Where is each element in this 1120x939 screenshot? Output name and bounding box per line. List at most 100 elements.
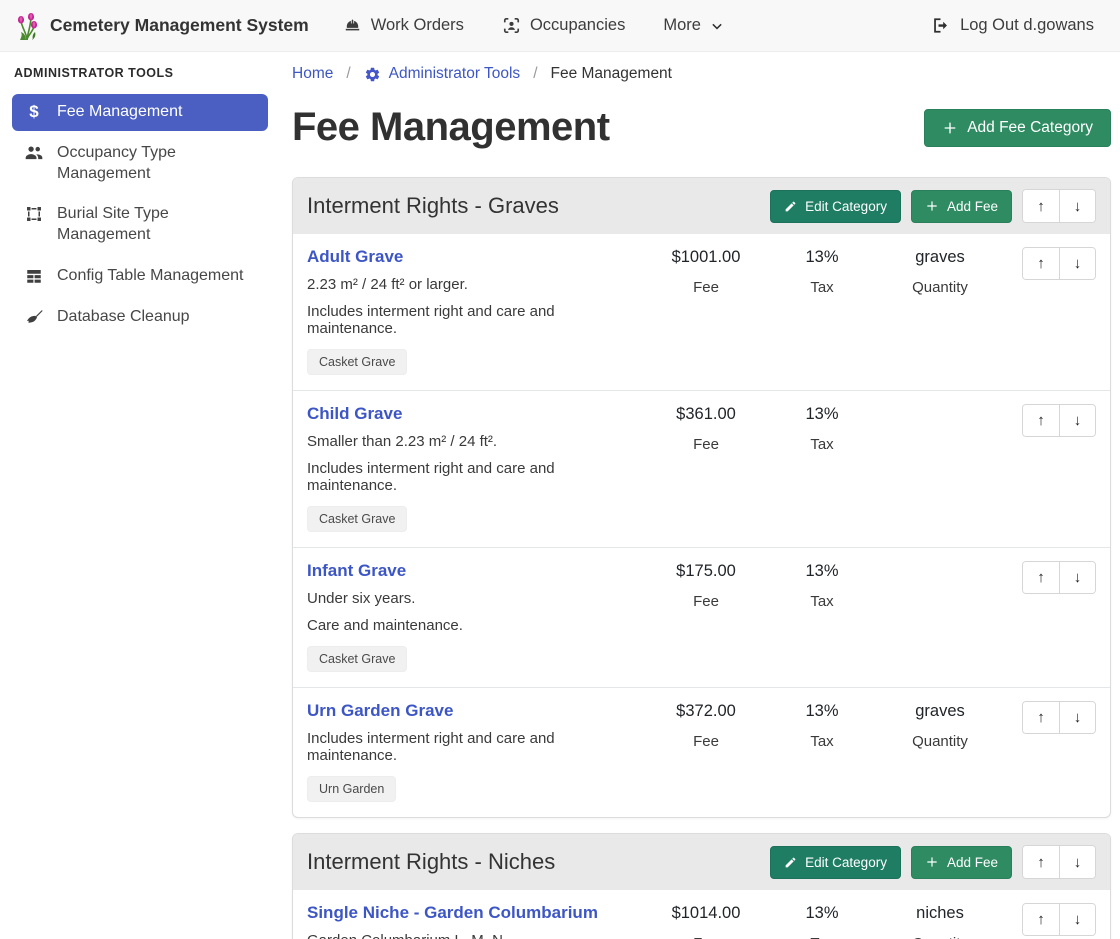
fee-row-child-grave: Child Grave Smaller than 2.23 m² / 24 ft…	[293, 391, 1110, 548]
category-title: Interment Rights - Graves	[307, 193, 559, 219]
fee-description: Care and maintenance.	[307, 617, 642, 634]
fee-type-badge: Casket Grave	[307, 646, 407, 672]
chevron-down-icon	[710, 19, 724, 33]
fee-reorder-group: ↑ ↓	[1022, 247, 1096, 280]
move-fee-down-button[interactable]: ↓	[1059, 702, 1095, 733]
tax-amount: 13%	[774, 405, 870, 424]
sign-out-icon	[931, 16, 950, 35]
fee-type-badge: Urn Garden	[307, 776, 396, 802]
nav-occupancies[interactable]: Occupancies	[502, 16, 625, 35]
sidebar-item-label: Occupancy Type Management	[57, 143, 256, 185]
breadcrumb-admin-tools-link[interactable]: Administrator Tools	[364, 65, 521, 83]
move-fee-up-button[interactable]: ↑	[1023, 904, 1059, 935]
fee-label: Fee	[650, 436, 762, 453]
breadcrumb-current: Fee Management	[551, 65, 673, 83]
fee-name-link[interactable]: Adult Grave	[307, 247, 403, 267]
move-fee-down-button[interactable]: ↓	[1059, 405, 1095, 436]
fee-label: Fee	[650, 593, 762, 610]
quantity-label: Quantity	[882, 935, 998, 939]
fee-description: Includes interment right and care and ma…	[307, 460, 642, 494]
fee-label: Fee	[650, 733, 762, 750]
nav-work-orders[interactable]: Work Orders	[343, 16, 464, 35]
table-icon	[24, 267, 44, 285]
fee-name-link[interactable]: Child Grave	[307, 404, 402, 424]
fee-row-infant-grave: Infant Grave Under six years. Care and m…	[293, 548, 1110, 688]
fee-description: Under six years.	[307, 590, 642, 607]
users-icon	[24, 144, 44, 161]
sidebar-item-burial-site-type-management[interactable]: Burial Site Type Management	[12, 196, 268, 254]
pencil-icon	[784, 856, 797, 869]
sidebar-item-database-cleanup[interactable]: Database Cleanup	[12, 299, 268, 336]
add-fee-category-button[interactable]: Add Fee Category	[924, 109, 1111, 147]
fee-name-link[interactable]: Urn Garden Grave	[307, 701, 453, 721]
fee-reorder-group: ↑ ↓	[1022, 561, 1096, 594]
fee-label: Fee	[650, 935, 762, 939]
tax-amount: 13%	[774, 248, 870, 267]
quantity-unit: graves	[882, 248, 998, 267]
sidebar-heading: ADMINISTRATOR TOOLS	[14, 66, 268, 80]
category-card-niches: Interment Rights - Niches Edit Category …	[292, 833, 1111, 939]
tulips-logo-icon	[12, 10, 42, 42]
hard-hat-icon	[343, 16, 362, 35]
move-category-up-button[interactable]: ↑	[1023, 846, 1059, 878]
logout-button[interactable]: Log Out d.gowans	[931, 16, 1094, 35]
tax-label: Tax	[774, 279, 870, 296]
fee-amount: $175.00	[650, 562, 762, 581]
fee-type-badge: Casket Grave	[307, 349, 407, 375]
category-reorder-group: ↑ ↓	[1022, 189, 1096, 223]
fee-amount: $372.00	[650, 702, 762, 721]
vector-square-icon	[24, 205, 44, 223]
quantity-label: Quantity	[882, 733, 998, 750]
broom-icon	[24, 308, 44, 327]
fee-amount: $1001.00	[650, 248, 762, 267]
fee-description: Smaller than 2.23 m² / 24 ft².	[307, 433, 642, 450]
add-fee-button[interactable]: Add Fee	[911, 190, 1012, 223]
edit-category-button[interactable]: Edit Category	[770, 846, 901, 879]
sidebar-item-occupancy-type-management[interactable]: Occupancy Type Management	[12, 135, 268, 193]
move-fee-up-button[interactable]: ↑	[1023, 248, 1059, 279]
move-fee-down-button[interactable]: ↓	[1059, 248, 1095, 279]
move-fee-down-button[interactable]: ↓	[1059, 562, 1095, 593]
sidebar-item-label: Database Cleanup	[57, 307, 190, 328]
add-fee-button[interactable]: Add Fee	[911, 846, 1012, 879]
category-title: Interment Rights - Niches	[307, 849, 555, 875]
category-reorder-group: ↑ ↓	[1022, 845, 1096, 879]
fee-type-badge: Casket Grave	[307, 506, 407, 532]
fee-row-adult-grave: Adult Grave 2.23 m² / 24 ft² or larger. …	[293, 234, 1110, 391]
sidebar-item-label: Fee Management	[57, 102, 182, 123]
move-category-down-button[interactable]: ↓	[1059, 846, 1095, 878]
move-category-up-button[interactable]: ↑	[1023, 190, 1059, 222]
fee-name-link[interactable]: Single Niche - Garden Columbarium	[307, 903, 598, 923]
nav-more[interactable]: More	[663, 16, 724, 35]
move-fee-down-button[interactable]: ↓	[1059, 904, 1095, 935]
admin-sidebar: ADMINISTRATOR TOOLS $ Fee Management Occ…	[0, 52, 280, 939]
fee-name-link[interactable]: Infant Grave	[307, 561, 406, 581]
tax-label: Tax	[774, 935, 870, 939]
plus-icon	[942, 120, 958, 136]
pencil-icon	[784, 200, 797, 213]
fee-amount: $361.00	[650, 405, 762, 424]
sidebar-item-fee-management[interactable]: $ Fee Management	[12, 94, 268, 131]
fee-description: 2.23 m² / 24 ft² or larger.	[307, 276, 642, 293]
id-badge-icon	[502, 16, 521, 35]
plus-icon	[925, 855, 939, 869]
tax-amount: 13%	[774, 904, 870, 923]
plus-icon	[925, 199, 939, 213]
sidebar-item-config-table-management[interactable]: Config Table Management	[12, 258, 268, 295]
fee-description: Includes interment right and care and ma…	[307, 730, 642, 764]
fee-amount: $1014.00	[650, 904, 762, 923]
category-card-graves: Interment Rights - Graves Edit Category …	[292, 177, 1111, 818]
move-fee-up-button[interactable]: ↑	[1023, 562, 1059, 593]
edit-category-button[interactable]: Edit Category	[770, 190, 901, 223]
fee-row-urn-garden-grave: Urn Garden Grave Includes interment righ…	[293, 688, 1110, 817]
move-fee-up-button[interactable]: ↑	[1023, 702, 1059, 733]
breadcrumb: Home / Administrator Tools / Fee Managem…	[292, 65, 1111, 83]
quantity-unit: niches	[882, 904, 998, 923]
tax-label: Tax	[774, 733, 870, 750]
fee-reorder-group: ↑ ↓	[1022, 903, 1096, 936]
fee-reorder-group: ↑ ↓	[1022, 701, 1096, 734]
move-category-down-button[interactable]: ↓	[1059, 190, 1095, 222]
move-fee-up-button[interactable]: ↑	[1023, 405, 1059, 436]
app-title: Cemetery Management System	[50, 15, 309, 36]
breadcrumb-home-link[interactable]: Home	[292, 65, 333, 83]
